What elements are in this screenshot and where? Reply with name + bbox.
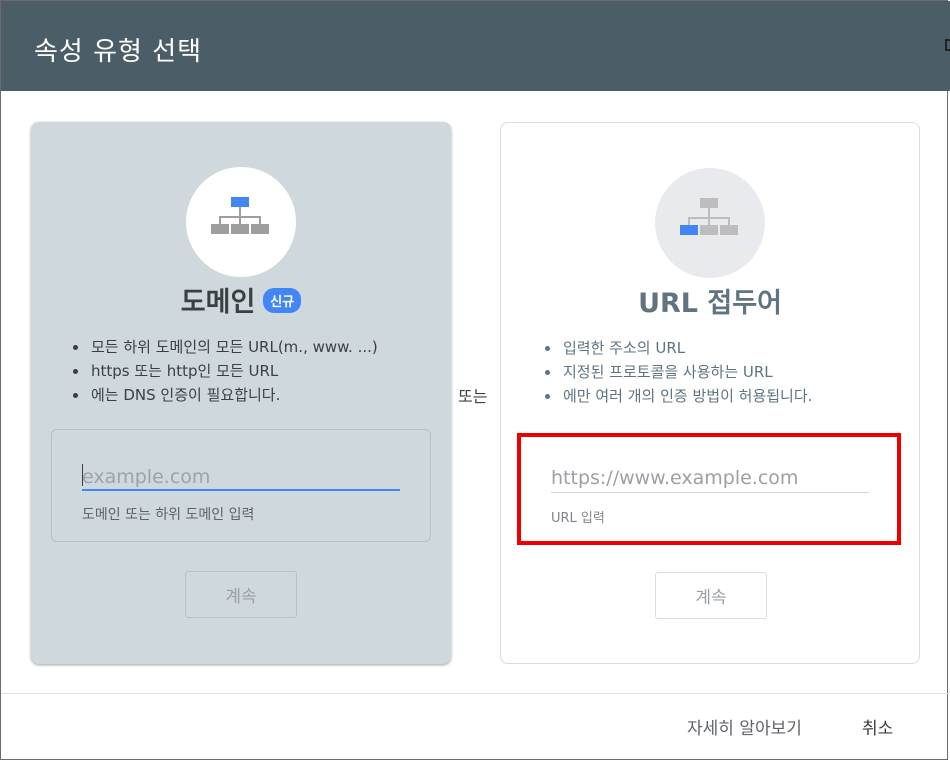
domain-continue-button[interactable]: 계속 bbox=[185, 571, 297, 618]
sitemap-icon bbox=[211, 197, 269, 234]
url-prefix-icon-circle bbox=[655, 168, 765, 278]
window-edge-bracket bbox=[945, 39, 950, 51]
domain-property-card[interactable]: 도메인 신규 모든 하위 도메인의 모든 URL(m., www. ...) ht… bbox=[31, 122, 451, 664]
cancel-button[interactable]: 취소 bbox=[862, 714, 893, 739]
url-prefix-feature-item: 입력한 주소의 URL bbox=[561, 336, 812, 360]
url-prefix-continue-button[interactable]: 계속 bbox=[655, 572, 767, 619]
domain-card-title: 도메인 bbox=[180, 287, 256, 318]
domain-card-heading: 도메인 신규 bbox=[31, 280, 451, 319]
learn-more-link[interactable]: 자세히 알아보기 bbox=[687, 714, 802, 739]
domain-input[interactable] bbox=[82, 465, 400, 491]
url-input[interactable] bbox=[551, 464, 869, 493]
url-prefix-feature-item: 에만 여러 개의 인증 방법이 허용됩니다. bbox=[561, 384, 812, 408]
url-prefix-property-card[interactable]: URL 접두어 입력한 주소의 URL 지정된 프로토콜을 사용하는 URL 에… bbox=[500, 122, 920, 664]
sitemap-icon bbox=[680, 198, 738, 235]
domain-feature-item: 모든 하위 도메인의 모든 URL(m., www. ...) bbox=[89, 335, 378, 359]
url-prefix-feature-list: 입력한 주소의 URL 지정된 프로토콜을 사용하는 URL 에만 여러 개의 … bbox=[541, 336, 812, 408]
url-prefix-feature-item: 지정된 프로토콜을 사용하는 URL bbox=[561, 360, 812, 384]
url-input-helper: URL 입력 bbox=[551, 511, 605, 526]
text-caret bbox=[82, 464, 83, 486]
domain-feature-item: 에는 DNS 인증이 필요합니다. bbox=[89, 383, 378, 407]
dialog: 속성 유형 선택 도메인 신규 모든 하위 도메인의 모든 URL(m., www… bbox=[0, 0, 950, 760]
dialog-header: 속성 유형 선택 bbox=[1, 1, 950, 91]
domain-icon-circle bbox=[186, 167, 296, 277]
url-input-highlight-box: URL 입력 bbox=[517, 433, 901, 545]
domain-feature-list: 모든 하위 도메인의 모든 URL(m., www. ...) https 또는… bbox=[69, 335, 378, 407]
domain-input-container: 도메인 또는 하위 도메인 입력 bbox=[51, 429, 431, 542]
domain-input-helper: 도메인 또는 하위 도메인 입력 bbox=[82, 507, 255, 523]
url-prefix-card-title: URL 접두어 bbox=[638, 288, 782, 319]
dialog-title: 속성 유형 선택 bbox=[34, 37, 203, 67]
domain-feature-item: https 또는 http인 모든 URL bbox=[89, 359, 378, 383]
or-separator: 또는 bbox=[458, 387, 488, 406]
footer-divider bbox=[1, 693, 950, 694]
new-badge: 신규 bbox=[263, 288, 302, 313]
